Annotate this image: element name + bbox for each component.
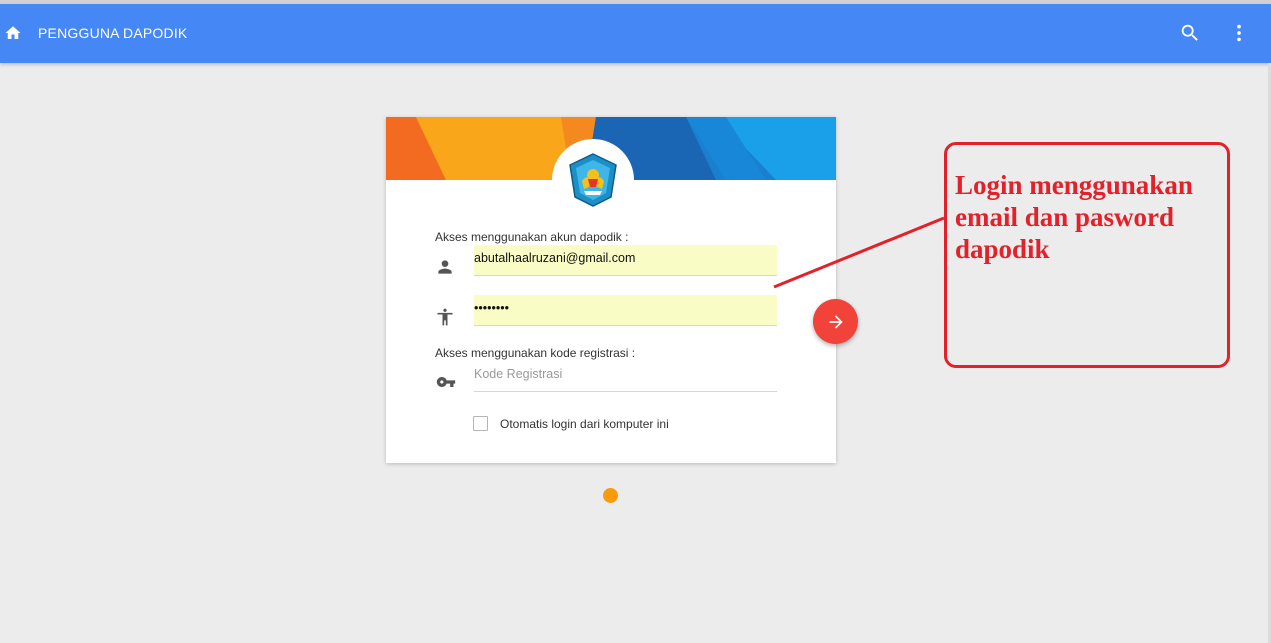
arrow-right-icon [826, 312, 846, 332]
app-bar: PENGGUNA DAPODIK [0, 4, 1271, 63]
annotation-callout: Login menggunakan email dan pasword dapo… [944, 142, 1230, 368]
password-field[interactable] [474, 295, 777, 326]
more-vert-icon[interactable] [1228, 22, 1250, 44]
key-icon [435, 372, 456, 392]
login-card: Akses menggunakan akun dapodik : Akses m… [386, 117, 836, 463]
login-submit-button[interactable] [813, 299, 858, 344]
home-icon[interactable] [4, 24, 22, 42]
accessibility-icon [435, 307, 455, 327]
auto-login-label[interactable]: Otomatis login dari komputer ini [500, 417, 669, 431]
search-icon[interactable] [1179, 22, 1201, 44]
person-icon [435, 257, 455, 277]
loading-indicator [603, 488, 618, 503]
kemdikbud-logo [552, 139, 634, 221]
registration-section-label: Akses menggunakan kode registrasi : [435, 346, 636, 360]
registration-code-field[interactable] [474, 361, 777, 392]
annotation-text: Login menggunakan email dan pasword dapo… [955, 170, 1193, 264]
email-field[interactable] [474, 245, 777, 276]
auto-login-checkbox[interactable] [473, 416, 488, 431]
app-title: PENGGUNA DAPODIK [38, 25, 188, 41]
account-section-label: Akses menggunakan akun dapodik : [435, 230, 629, 244]
